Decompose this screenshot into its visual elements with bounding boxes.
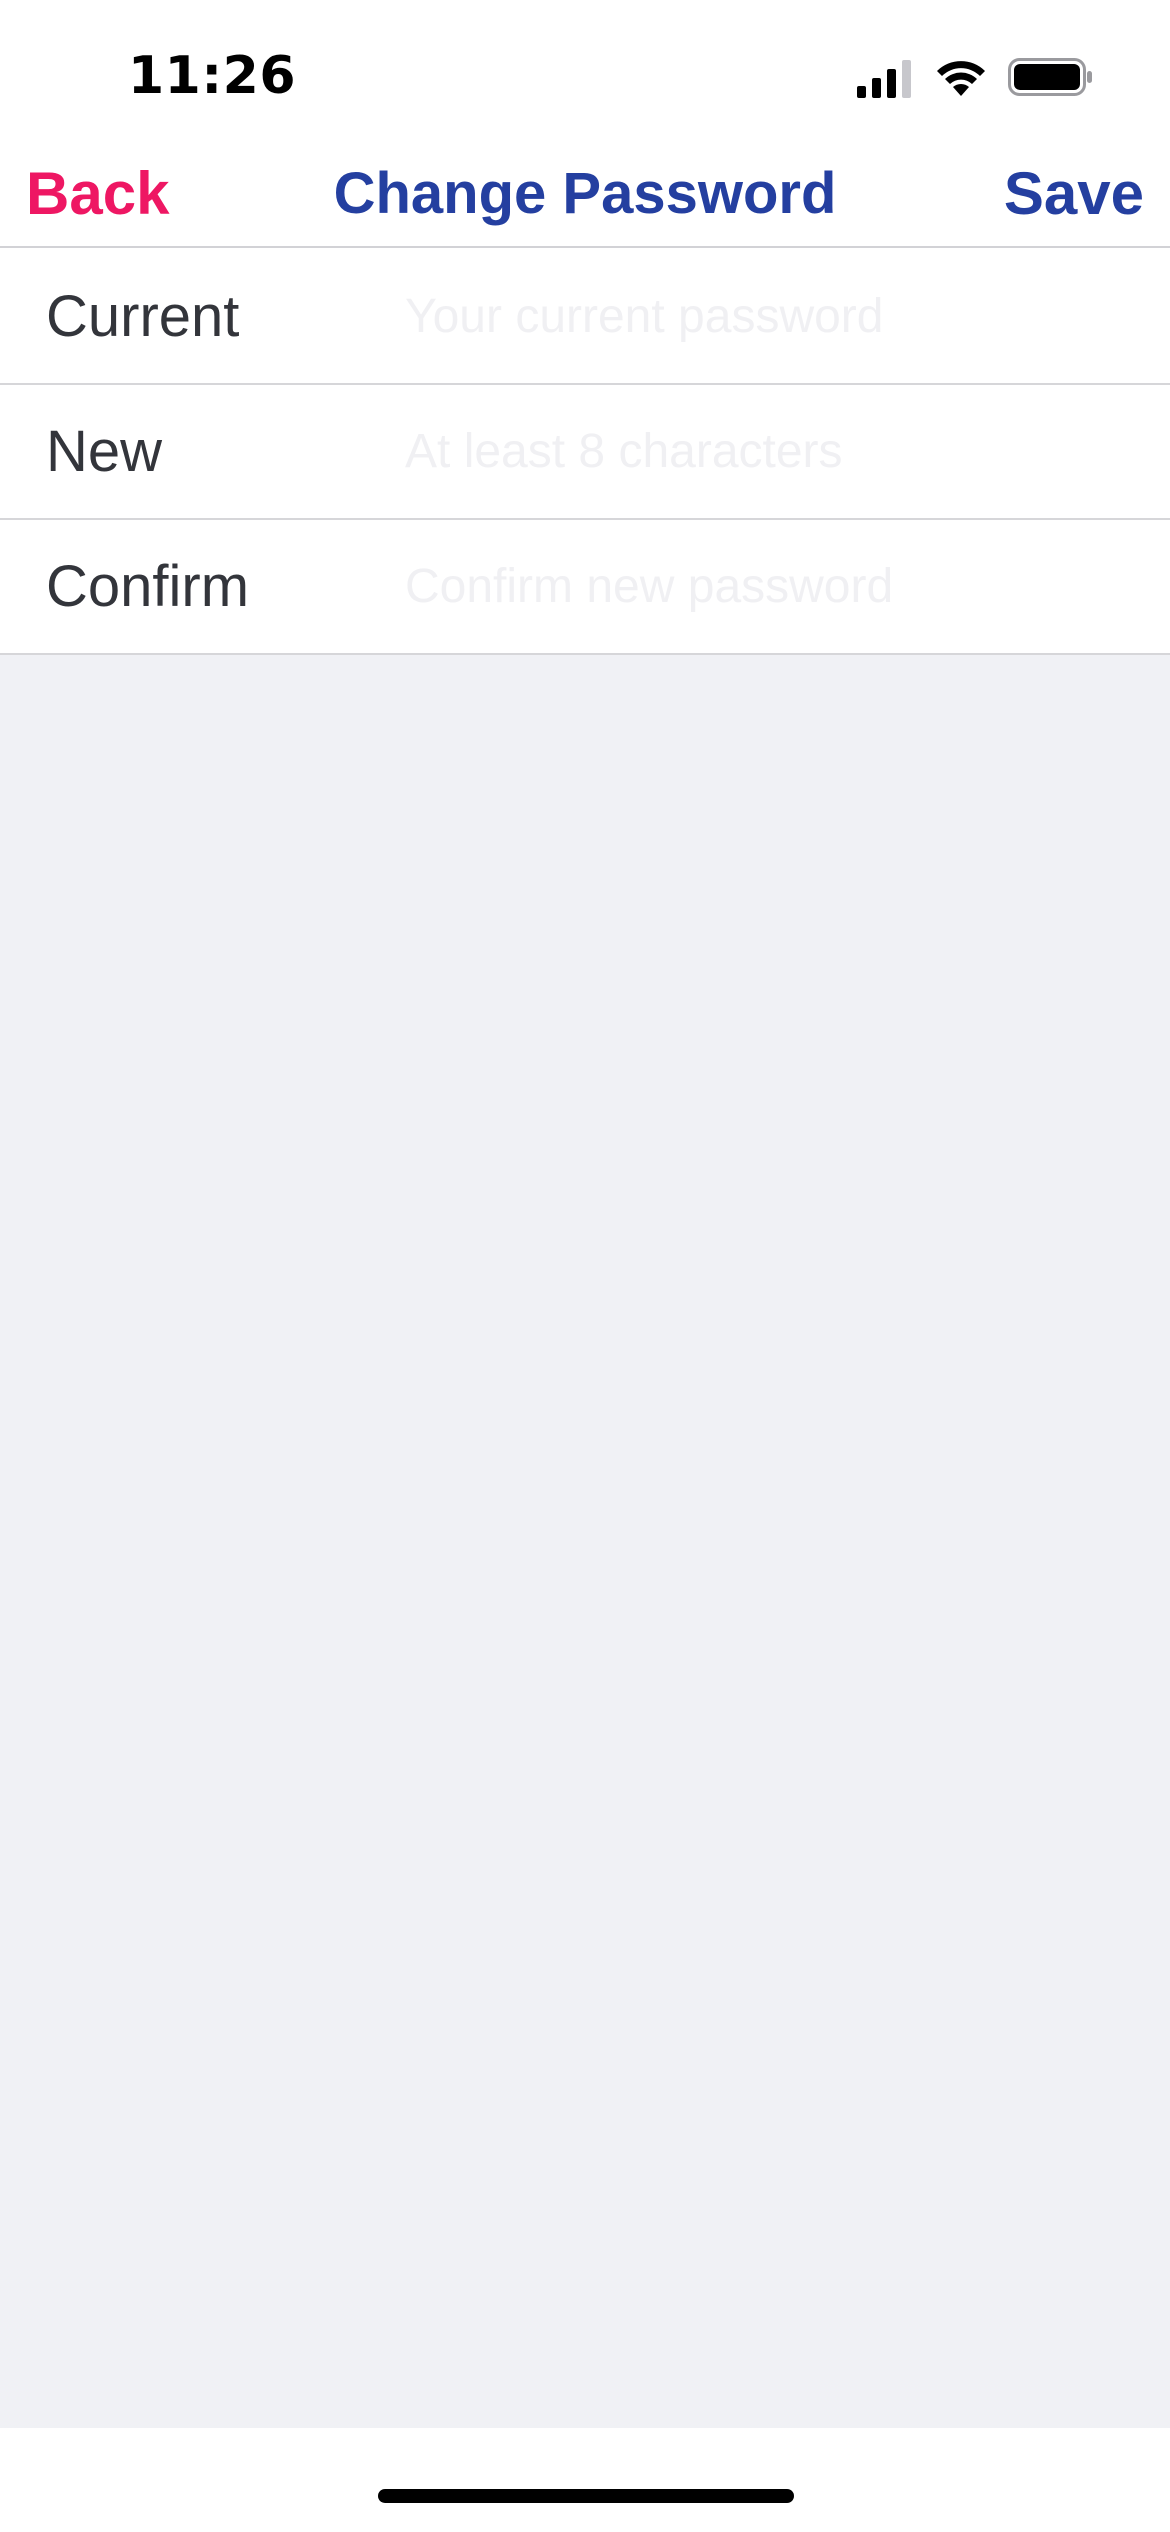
battery-icon: [1008, 58, 1092, 96]
home-indicator[interactable]: [378, 2489, 794, 2503]
status-time: 11:26: [128, 46, 297, 106]
navigation-bar: Back Change Password Save: [0, 140, 1170, 248]
save-button[interactable]: Save: [1004, 150, 1144, 238]
confirm-password-label: Confirm: [46, 554, 250, 619]
form-row-confirm: Confirm: [0, 520, 1170, 655]
form-row-new: New: [0, 385, 1170, 520]
new-password-field[interactable]: [405, 405, 1135, 498]
confirm-password-field[interactable]: [405, 540, 1135, 633]
current-password-label: Current: [46, 284, 240, 349]
password-form: Current New Confirm: [0, 250, 1170, 655]
current-password-field[interactable]: [405, 270, 1135, 363]
grouped-background: [0, 655, 1170, 2428]
page-title: Change Password: [333, 161, 837, 226]
screen: 11:26 Back Change Password Save Current: [0, 0, 1170, 2532]
home-indicator-area: [0, 2428, 1170, 2532]
new-password-label: New: [46, 419, 163, 484]
signal-icon: [857, 60, 911, 98]
back-button[interactable]: Back: [26, 150, 169, 238]
wifi-icon: [937, 61, 985, 96]
form-row-current: Current: [0, 250, 1170, 385]
status-bar: 11:26: [0, 0, 1170, 140]
